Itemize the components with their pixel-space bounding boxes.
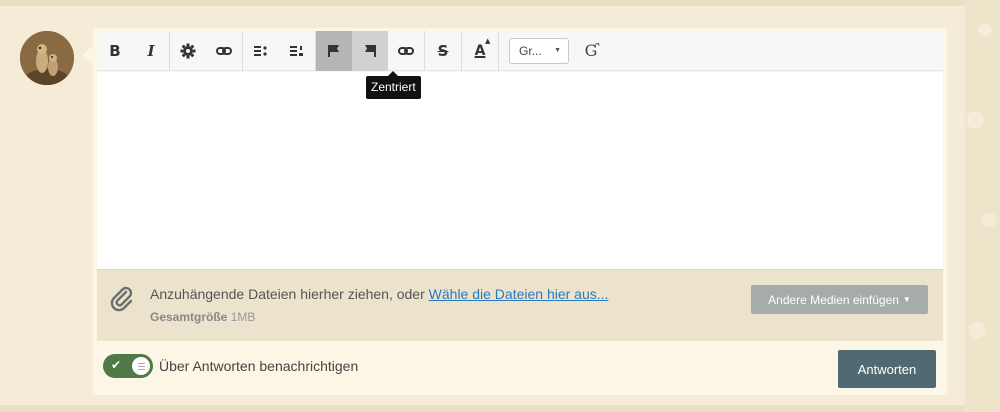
notify-toggle[interactable]: ✔ bbox=[103, 354, 153, 378]
chain-icon bbox=[398, 46, 414, 55]
editor-toolbar: B I S A ▲ Gr... ▼ Ɠ bbox=[97, 30, 943, 71]
insert-media-label: Andere Medien einfügen bbox=[768, 292, 899, 307]
unlink-button[interactable] bbox=[388, 31, 424, 71]
checkmark-icon: ✔ bbox=[111, 358, 122, 372]
text-color-icon: A ▲ bbox=[474, 36, 491, 59]
link-button[interactable] bbox=[206, 31, 242, 71]
avatar-pointer bbox=[82, 46, 93, 64]
bold-button[interactable]: B bbox=[97, 31, 133, 71]
bullet-list-icon bbox=[254, 45, 267, 56]
dropdown-arrow-icon: ▼ bbox=[554, 47, 561, 54]
total-size-label: Gesamtgröße bbox=[150, 310, 228, 324]
toolbar-divider bbox=[498, 30, 499, 71]
attachment-dropzone[interactable]: Anzuhängende Dateien hierher ziehen, ode… bbox=[97, 269, 943, 341]
reply-footer: ✔ Über Antworten benachrichtigen Antwort… bbox=[93, 346, 947, 394]
page-bottom-strip bbox=[0, 405, 965, 412]
attachment-text: Anzuhängende Dateien hierher ziehen, ode… bbox=[150, 286, 425, 302]
settings-button[interactable] bbox=[170, 31, 206, 71]
toggle-knob bbox=[132, 357, 150, 375]
flag-icon bbox=[328, 44, 339, 57]
numbered-list-button[interactable] bbox=[279, 31, 315, 71]
insert-media-button[interactable]: Andere Medien einfügen ▼ bbox=[751, 285, 928, 314]
gear-icon bbox=[180, 43, 196, 58]
attachment-instructions: Anzuhängende Dateien hierher ziehen, ode… bbox=[150, 286, 608, 302]
italic-button[interactable]: I bbox=[133, 31, 169, 71]
align-center-tooltip: Zentriert bbox=[366, 71, 421, 99]
editor-content-area[interactable] bbox=[97, 72, 943, 269]
align-left-button[interactable] bbox=[316, 30, 352, 71]
notify-label: Über Antworten benachrichtigen bbox=[159, 358, 359, 374]
paperclip-icon bbox=[110, 286, 133, 312]
flag-center-icon bbox=[365, 44, 376, 57]
reply-form: B I S A ▲ Gr... ▼ Ɠ Anzuhängende Dateien… bbox=[0, 6, 965, 405]
choose-files-link[interactable]: Wähle die Dateien hier aus... bbox=[429, 286, 609, 302]
user-avatar[interactable] bbox=[20, 31, 74, 85]
link-icon bbox=[216, 46, 232, 55]
bulleted-list-button[interactable] bbox=[243, 31, 279, 71]
chevron-down-icon: ▼ bbox=[902, 295, 911, 304]
strikethrough-button[interactable]: S bbox=[425, 31, 461, 71]
page-background-pattern bbox=[965, 0, 1000, 412]
meerkat-avatar-image bbox=[20, 31, 74, 85]
font-size-value: Gr... bbox=[519, 43, 542, 58]
font-size-select[interactable]: Gr... ▼ bbox=[509, 37, 569, 64]
paragraph-icon: Ɠ bbox=[584, 41, 598, 60]
reply-button[interactable]: Antworten bbox=[838, 350, 936, 388]
text-color-button[interactable]: A ▲ bbox=[462, 31, 498, 71]
total-size: Gesamtgröße 1MB bbox=[150, 310, 255, 324]
paragraph-format-button[interactable]: Ɠ bbox=[579, 41, 603, 60]
align-center-button[interactable] bbox=[352, 30, 388, 71]
numbered-list-icon bbox=[290, 45, 303, 56]
caret-icon: ▲ bbox=[485, 36, 491, 45]
grip-icon bbox=[137, 362, 145, 370]
editor: B I S A ▲ Gr... ▼ Ɠ Anzuhängende Dateien… bbox=[93, 28, 947, 395]
total-size-value: 1MB bbox=[230, 310, 256, 324]
